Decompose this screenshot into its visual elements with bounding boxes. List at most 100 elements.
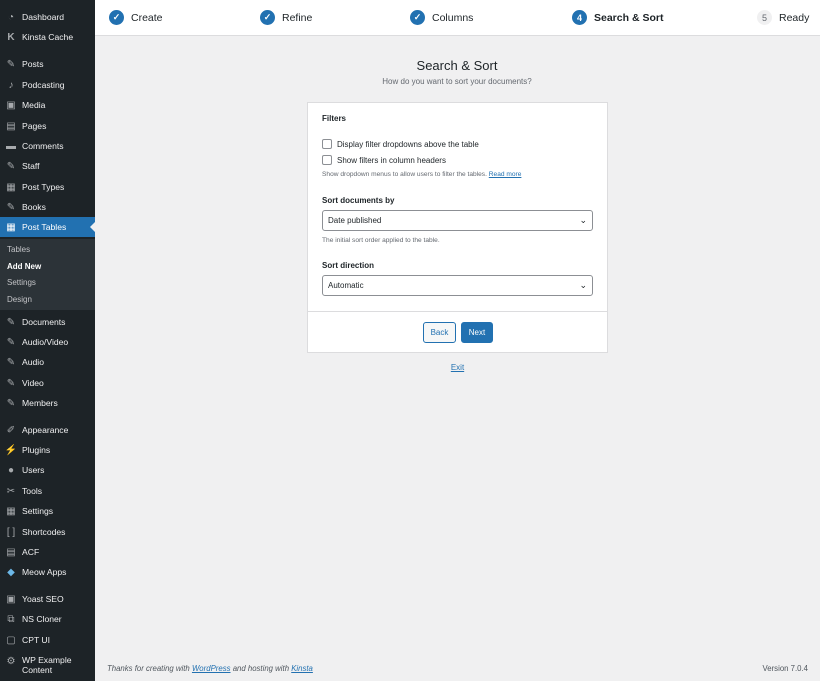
search-sort-panel: Filters Display filter dropdowns above t… <box>307 102 608 353</box>
next-button[interactable]: Next <box>461 322 493 343</box>
pin-icon: ✎ <box>6 397 16 409</box>
kinsta-link[interactable]: Kinsta <box>291 664 313 673</box>
shortcodes-icon: [ ] <box>6 526 16 538</box>
sort-direction-select[interactable]: Automatic ⌄ <box>322 275 593 296</box>
read-more-link[interactable]: Read more <box>489 171 522 178</box>
sidebar-item-users[interactable]: ● Users <box>0 464 95 476</box>
sidebar-item-shortcodes[interactable]: [ ] Shortcodes <box>0 526 95 538</box>
pin-icon: ✎ <box>6 356 16 368</box>
sidebar-item-audio[interactable]: ✎ Audio <box>0 356 95 368</box>
sidebar-item-audio-video[interactable]: ✎ Audio/Video <box>0 336 95 348</box>
appearance-icon: ✐ <box>6 424 16 436</box>
filter-dropdowns-label: Display filter dropdowns above the table <box>337 139 479 149</box>
step-ready[interactable]: 5 Ready <box>757 10 809 25</box>
pin-icon: ✎ <box>6 336 16 348</box>
pin-icon: ✎ <box>6 316 16 328</box>
sidebar-item-staff[interactable]: ✎ Staff <box>0 160 95 172</box>
checkmark-icon: ✓ <box>109 10 124 25</box>
sidebar-item-plugins[interactable]: ⚡ Plugins <box>0 444 95 456</box>
sidebar-item-label: WP Example <box>22 655 72 665</box>
back-button[interactable]: Back <box>423 322 456 343</box>
sidebar-item-documents[interactable]: ✎ Documents <box>0 316 95 328</box>
sidebar-item-wp-example-content[interactable]: ⚙ WP Example Content <box>0 655 95 675</box>
cloner-icon: ⧉ <box>7 613 15 625</box>
wordpress-link[interactable]: WordPress <box>192 664 231 673</box>
sidebar-item-post-types[interactable]: ▦ Post Types <box>0 181 95 193</box>
meow-icon: ◆ <box>7 566 15 578</box>
post-tables-submenu: Tables Add New Settings Design <box>0 239 95 310</box>
step-columns[interactable]: ✓ Columns <box>410 10 473 25</box>
exit-link[interactable]: Exit <box>307 363 608 372</box>
chevron-down-icon: ⌄ <box>579 215 587 225</box>
sidebar-item-comments[interactable]: ▬ Comments <box>0 140 95 152</box>
filters-title: Filters <box>322 114 347 123</box>
sidebar-item-books[interactable]: ✎ Books <box>0 201 95 213</box>
sidebar-item-label-line2: Content <box>22 665 53 675</box>
pages-icon: ▤ <box>6 120 16 132</box>
sidebar-item-video[interactable]: ✎ Video <box>0 377 95 389</box>
sidebar-item-posts[interactable]: ✎ Posts <box>0 58 95 70</box>
submenu-item-add-new[interactable]: Add New <box>7 262 41 271</box>
sidebar-item-post-tables[interactable]: ▦ Post Tables <box>0 217 95 237</box>
kinsta-icon: K <box>7 31 15 43</box>
page-title: Search & Sort <box>416 58 498 73</box>
submenu-item-settings[interactable]: Settings <box>7 278 36 287</box>
sidebar-item-tools[interactable]: ✂ Tools <box>0 485 95 497</box>
plugins-icon: ⚡ <box>4 444 18 456</box>
filter-dropdowns-checkbox[interactable] <box>322 139 332 149</box>
sidebar-item-yoast-seo[interactable]: ▣ Yoast SEO <box>0 593 95 605</box>
step-refine[interactable]: ✓ Refine <box>260 10 312 25</box>
footer-text: Thanks for creating with <box>107 664 190 673</box>
sidebar-item-settings[interactable]: ▦ Settings <box>0 505 95 517</box>
sidebar-item-ns-cloner[interactable]: ⧉ NS Cloner <box>0 613 95 625</box>
column-filters-label: Show filters in column headers <box>337 155 446 165</box>
pin-icon: ✎ <box>6 377 16 389</box>
filters-help: Show dropdown menus to allow users to fi… <box>322 171 521 178</box>
submenu-item-design[interactable]: Design <box>7 295 32 304</box>
filters-help-text: Show dropdown menus to allow users to fi… <box>322 171 487 178</box>
step-create[interactable]: ✓ Create <box>109 10 163 25</box>
microphone-icon: ♪ <box>8 79 14 91</box>
pin-icon: ✎ <box>6 201 16 213</box>
comments-icon: ▬ <box>6 140 16 152</box>
sidebar-item-pages[interactable]: ▤ Pages <box>0 120 95 132</box>
settings-icon: ▦ <box>6 505 16 517</box>
tools-icon: ✂ <box>6 485 16 497</box>
panel-divider <box>308 311 607 312</box>
submenu-item-tables[interactable]: Tables <box>7 245 30 254</box>
chevron-down-icon: ⌄ <box>579 280 587 290</box>
sidebar-item-acf[interactable]: ▤ ACF <box>0 546 95 558</box>
footer-text: and hosting with <box>232 664 290 673</box>
sort-by-select[interactable]: Date published ⌄ <box>322 210 593 231</box>
dashboard-icon: ◔ <box>7 11 15 23</box>
sort-direction-value: Automatic <box>328 281 364 290</box>
wizard-steps: ✓ Create ✓ Refine ✓ Columns 4 Search & Sort … <box>95 0 820 36</box>
post-types-icon: ▦ <box>6 181 16 193</box>
sort-by-value: Date published <box>328 216 382 225</box>
footer-credits: Thanks for creating with WordPress and h… <box>107 664 313 673</box>
pin-icon: ✎ <box>6 160 16 172</box>
sidebar-item-appearance[interactable]: ✐ Appearance <box>0 424 95 436</box>
sort-by-label: Sort documents by <box>322 196 395 205</box>
table-icon: ▦ <box>6 221 16 233</box>
sidebar-item-podcasting[interactable]: ♪ Podcasting <box>0 79 95 91</box>
filter-dropdowns-option[interactable]: Display filter dropdowns above the table <box>322 139 479 149</box>
sidebar-item-media[interactable]: ▣ Media <box>0 99 95 111</box>
sidebar-item-kinsta-cache[interactable]: K Kinsta Cache <box>0 31 95 43</box>
cptui-icon: ▢ <box>6 634 16 646</box>
sidebar-item-cpt-ui[interactable]: ▢ CPT UI <box>0 634 95 646</box>
users-icon: ● <box>7 464 15 476</box>
admin-sidebar: ◔ Dashboard K Kinsta Cache ✎ Posts ♪ Podcast… <box>0 0 95 681</box>
checkmark-icon: ✓ <box>260 10 275 25</box>
column-filters-checkbox[interactable] <box>322 155 332 165</box>
sidebar-item-members[interactable]: ✎ Members <box>0 397 95 409</box>
sidebar-item-dashboard[interactable]: ◔ Dashboard <box>0 11 95 23</box>
checkmark-icon: ✓ <box>410 10 425 25</box>
pin-icon: ✎ <box>6 58 16 70</box>
sidebar-item-meow-apps[interactable]: ◆ Meow Apps <box>0 566 95 578</box>
column-filters-option[interactable]: Show filters in column headers <box>322 155 446 165</box>
sort-direction-label: Sort direction <box>322 261 375 270</box>
step-search-sort[interactable]: 4 Search & Sort <box>572 10 663 25</box>
gear-icon: ⚙ <box>6 655 16 667</box>
media-icon: ▣ <box>6 99 16 111</box>
